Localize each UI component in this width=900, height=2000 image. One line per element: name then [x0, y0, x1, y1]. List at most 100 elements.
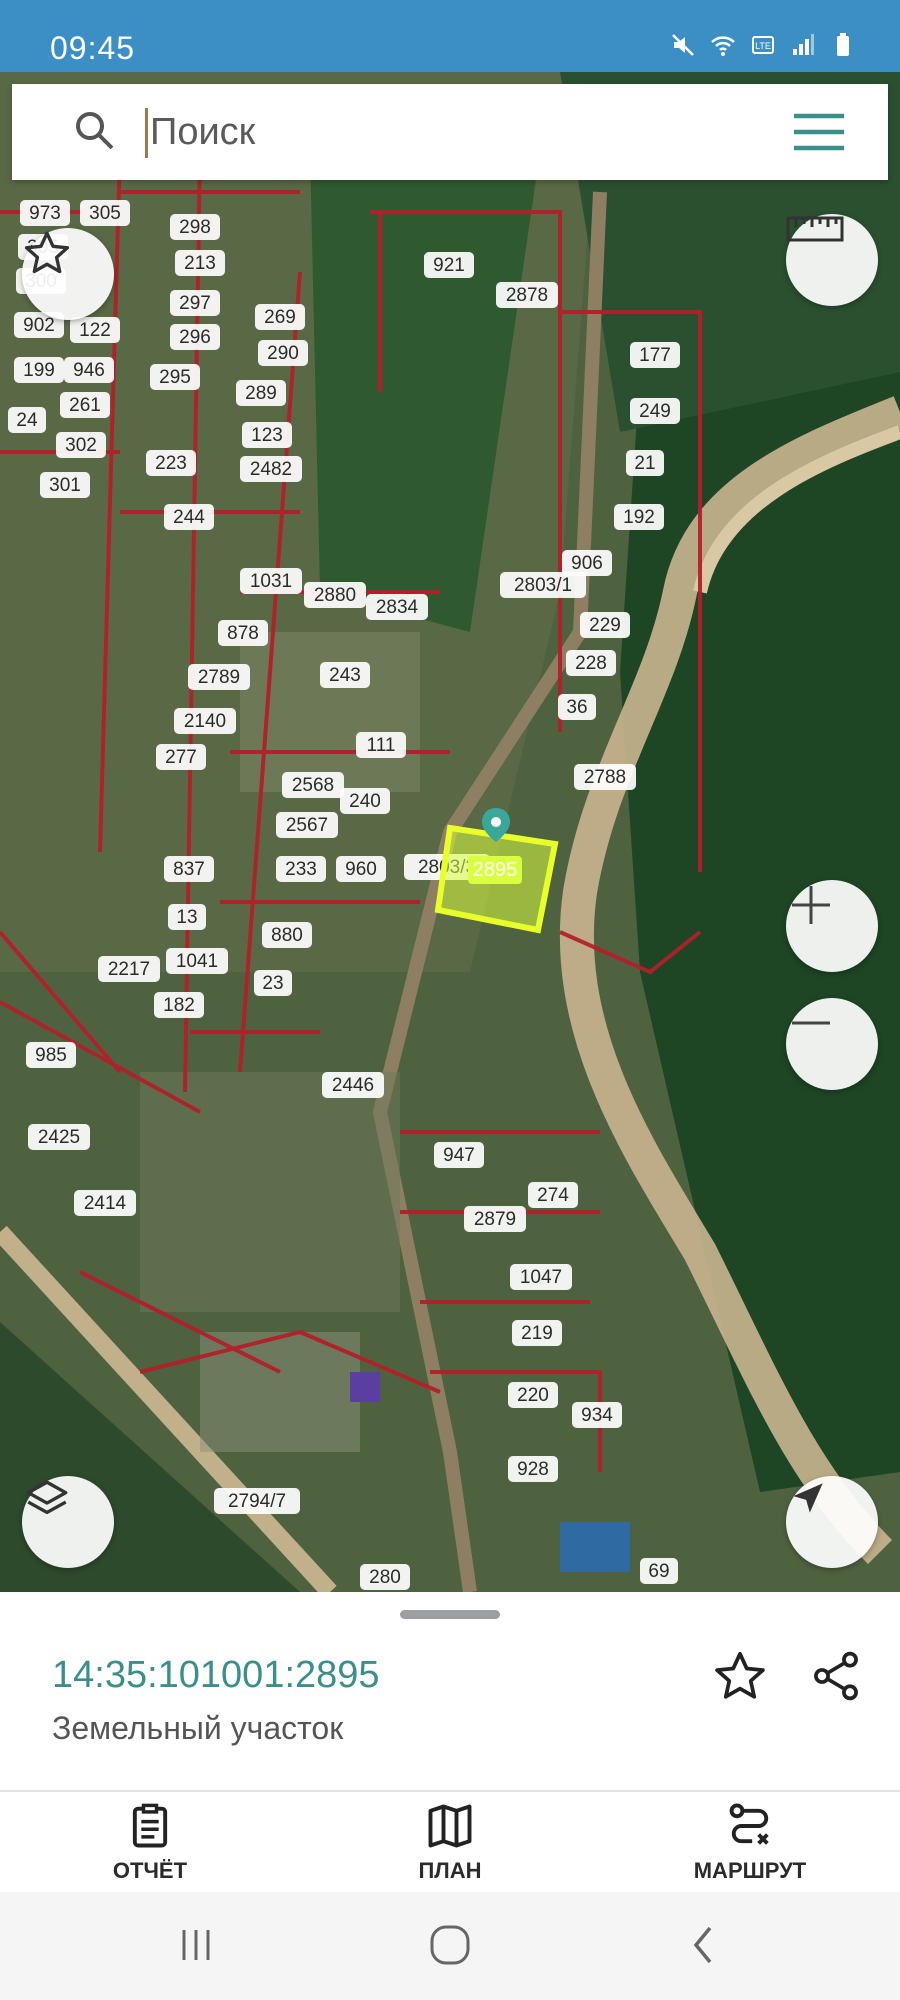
- parcel-label[interactable]: 261: [60, 392, 110, 418]
- parcel-label[interactable]: 177: [630, 342, 680, 368]
- recent-apps-icon[interactable]: [166, 1920, 226, 1970]
- add-favorite-star-icon[interactable]: [712, 1648, 768, 1704]
- parcel-label[interactable]: 243: [320, 662, 370, 688]
- parcel-label[interactable]: 219: [512, 1320, 562, 1346]
- parcel-label-text: 280: [369, 1567, 401, 1588]
- parcel-label[interactable]: 928: [508, 1456, 558, 1482]
- parcel-label[interactable]: 223: [146, 450, 196, 476]
- parcel-label[interactable]: 301: [40, 472, 90, 498]
- nav-plan[interactable]: ПЛАН: [350, 1800, 550, 1890]
- parcel-label[interactable]: 199: [14, 357, 64, 383]
- search-input[interactable]: [150, 102, 750, 162]
- parcel-label[interactable]: 269: [255, 304, 305, 330]
- parcel-label[interactable]: 13: [168, 904, 206, 930]
- parcel-label[interactable]: 280: [360, 1564, 410, 1590]
- parcel-label[interactable]: 960: [336, 856, 386, 882]
- parcel-label[interactable]: 21: [626, 450, 664, 476]
- favorites-button[interactable]: [22, 228, 114, 320]
- parcel-label[interactable]: 24: [8, 407, 46, 433]
- parcel-label[interactable]: 233: [276, 856, 326, 882]
- cadastral-map[interactable]: 9733052983052133002972699021222962901999…: [0, 72, 900, 1592]
- parcel-label-text: 934: [581, 1405, 613, 1426]
- parcel-label[interactable]: 2446: [322, 1072, 384, 1098]
- parcel-label[interactable]: 1047: [510, 1264, 572, 1290]
- parcel-label-text: 1031: [250, 571, 292, 592]
- parcel-label[interactable]: 2425: [28, 1124, 90, 1150]
- parcel-label[interactable]: 2568: [282, 772, 344, 798]
- parcel-label[interactable]: 296: [170, 324, 220, 350]
- parcel-label[interactable]: 192: [614, 504, 664, 530]
- zoom-out-button[interactable]: [786, 998, 878, 1090]
- parcel-label[interactable]: 182: [154, 992, 204, 1018]
- parcel-label[interactable]: 213: [175, 250, 225, 276]
- parcel-label[interactable]: 947: [434, 1142, 484, 1168]
- parcel-label-text: 2446: [332, 1075, 374, 1096]
- parcel-label[interactable]: 2878: [496, 282, 558, 308]
- parcel-label[interactable]: 2879: [464, 1206, 526, 1232]
- my-location-button[interactable]: [786, 1476, 878, 1568]
- parcel-label-text: 2880: [314, 585, 356, 606]
- parcel-label[interactable]: 2789: [188, 664, 250, 690]
- parcel-label[interactable]: 946: [64, 357, 114, 383]
- parcel-label[interactable]: 249: [630, 398, 680, 424]
- ruler-button[interactable]: [786, 214, 878, 306]
- parcel-label[interactable]: 297: [170, 290, 220, 316]
- parcel-label[interactable]: 973: [20, 200, 70, 226]
- nav-route[interactable]: МАРШРУТ: [650, 1800, 850, 1890]
- nav-report[interactable]: ОТЧЁТ: [50, 1800, 250, 1890]
- parcel-label-text: 192: [623, 507, 655, 528]
- parcel-label[interactable]: 880: [262, 922, 312, 948]
- search-icon[interactable]: [70, 106, 120, 156]
- parcel-label[interactable]: 220: [508, 1382, 558, 1408]
- parcel-label[interactable]: 2834: [366, 594, 428, 620]
- menu-icon[interactable]: [792, 112, 846, 152]
- parcel-label[interactable]: 2567: [276, 812, 338, 838]
- parcel-label[interactable]: 111: [356, 732, 406, 758]
- zoom-in-button[interactable]: [786, 880, 878, 972]
- parcel-label[interactable]: 36: [558, 694, 596, 720]
- home-icon[interactable]: [420, 1920, 480, 1970]
- parcel-label[interactable]: 921: [424, 252, 474, 278]
- parcel-label[interactable]: 934: [572, 1402, 622, 1428]
- parcel-label[interactable]: 2140: [174, 708, 236, 734]
- map-canvas[interactable]: 9733052983052133002972699021222962901999…: [0, 72, 900, 1592]
- parcel-label[interactable]: 985: [26, 1042, 76, 1068]
- parcel-label[interactable]: 2414: [74, 1190, 136, 1216]
- parcel-label[interactable]: 228: [566, 650, 616, 676]
- parcel-label[interactable]: 305: [80, 200, 130, 226]
- parcel-label[interactable]: 302: [56, 432, 106, 458]
- parcel-label[interactable]: 2217: [98, 956, 160, 982]
- text-cursor: [145, 108, 148, 158]
- parcel-label[interactable]: 1041: [166, 948, 228, 974]
- parcel-label[interactable]: 274: [528, 1182, 578, 1208]
- share-icon[interactable]: [808, 1648, 864, 1704]
- parcel-info-sheet[interactable]: 14:35:101001:2895 Земельный участок: [0, 1592, 900, 1790]
- back-icon[interactable]: [674, 1920, 734, 1970]
- parcel-label[interactable]: 878: [218, 620, 268, 646]
- parcel-label[interactable]: 244: [164, 504, 214, 530]
- parcel-label[interactable]: 837: [164, 856, 214, 882]
- parcel-label[interactable]: 229: [580, 612, 630, 638]
- parcel-label[interactable]: 906: [562, 550, 612, 576]
- parcel-label[interactable]: 295: [150, 364, 200, 390]
- parcel-label-text: 274: [537, 1185, 569, 1206]
- parcel-label[interactable]: 240: [340, 788, 390, 814]
- parcel-label[interactable]: 290: [258, 340, 308, 366]
- parcel-label-text: 36: [566, 697, 587, 718]
- parcel-label[interactable]: 122: [70, 317, 120, 343]
- sheet-drag-handle[interactable]: [400, 1610, 500, 1619]
- parcel-label[interactable]: 123: [242, 422, 292, 448]
- search-bar[interactable]: [12, 84, 888, 180]
- parcel-label[interactable]: 23: [254, 970, 292, 996]
- layers-button[interactable]: [22, 1476, 114, 1568]
- parcel-label-text: 301: [49, 475, 81, 496]
- parcel-label[interactable]: 277: [156, 744, 206, 770]
- parcel-label[interactable]: 2482: [240, 456, 302, 482]
- parcel-label[interactable]: 289: [236, 380, 286, 406]
- parcel-label[interactable]: 69: [640, 1558, 678, 1584]
- parcel-label[interactable]: 2880: [304, 582, 366, 608]
- parcel-label[interactable]: 298: [170, 214, 220, 240]
- parcel-label[interactable]: 2788: [574, 764, 636, 790]
- parcel-label[interactable]: 2794/7: [214, 1488, 300, 1514]
- parcel-label[interactable]: 1031: [240, 568, 302, 594]
